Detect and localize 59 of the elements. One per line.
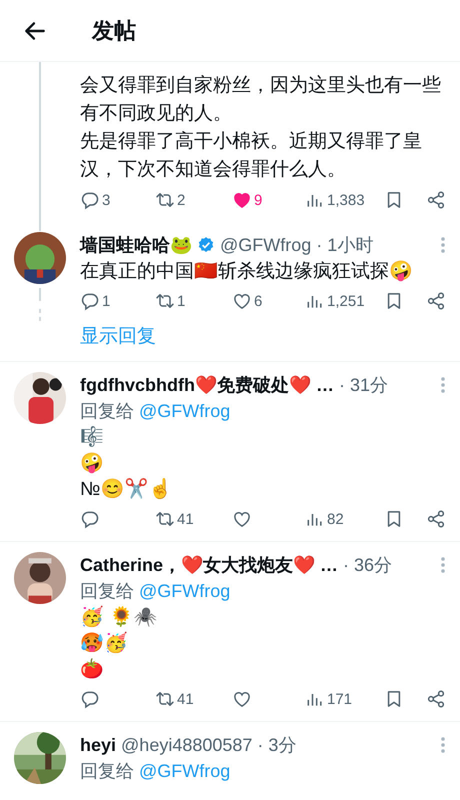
views-button[interactable]: 82	[305, 509, 344, 529]
repost-button[interactable]: 2	[155, 190, 186, 210]
reply-to-text: 回复给 @GFWfrog	[80, 760, 232, 783]
user-handle: @GFWfrog	[220, 234, 312, 256]
like-button[interactable]	[232, 689, 252, 709]
page-title: 发帖	[92, 16, 136, 44]
views-button[interactable]: 1,383	[305, 190, 365, 210]
post-text: 🥵🥳	[80, 631, 129, 656]
views-button[interactable]: 171	[305, 689, 352, 709]
reply-to-text: 回复给 @GFWfrog	[80, 400, 232, 423]
heart-icon	[232, 190, 252, 210]
heart-icon	[232, 689, 252, 709]
post-text: 🎼	[80, 425, 105, 450]
user-handle: @heyi48800587	[121, 734, 252, 756]
user-name[interactable]: Catherine，❤女大找炮友❤ …	[80, 553, 338, 577]
post-text: 🤪	[80, 452, 105, 476]
share-button[interactable]	[426, 190, 446, 210]
repost-button[interactable]: 41	[155, 689, 194, 709]
heart-icon	[232, 509, 252, 529]
reply-button[interactable]	[80, 509, 100, 529]
repost-icon	[155, 689, 175, 709]
post-time: · 1小时	[316, 234, 374, 257]
share-icon	[426, 509, 446, 529]
repost-button[interactable]: 1	[155, 291, 186, 311]
speech-bubble-icon	[80, 291, 100, 311]
reply-button[interactable]: 1	[80, 291, 110, 311]
repost-button[interactable]: 41	[155, 509, 194, 529]
post-text: 会又得罪到自家粉丝，因为这里头也有一些有不同政见的人。	[80, 74, 442, 126]
user-name[interactable]: heyi	[80, 734, 116, 756]
repost-icon	[155, 190, 175, 210]
like-button[interactable]: 6	[232, 291, 262, 311]
reply-to-text: 回复给 @GFWfrog	[80, 580, 232, 603]
reply-button[interactable]: 3	[80, 190, 110, 210]
speech-bubble-icon	[80, 509, 100, 529]
repost-icon	[155, 291, 175, 311]
post-text: 🍅	[80, 657, 105, 682]
speech-bubble-icon	[80, 689, 100, 709]
share-button[interactable]	[426, 689, 446, 709]
user-name[interactable]: 墙国蛙哈哈🐸	[80, 233, 192, 257]
post-text: 先是得罪了高干小棉袄。近期又得罪了皇汉，下次不知道会得罪什么人。	[80, 130, 423, 182]
post-text: 在真正的中国🇨🇳斩杀线边缘疯狂试探🤪	[80, 260, 414, 284]
share-icon	[426, 291, 446, 311]
views-button[interactable]: 1,251	[305, 291, 365, 311]
heart-icon	[232, 291, 252, 311]
user-name[interactable]: fgdfhvcbhdfh❤免费破处❤ …	[80, 373, 334, 397]
share-button[interactable]	[426, 509, 446, 529]
post-text: 🥳 🌻🕷	[80, 605, 158, 630]
share-icon	[426, 689, 446, 709]
share-button[interactable]	[426, 291, 446, 311]
like-button[interactable]	[232, 509, 252, 529]
repost-icon	[155, 509, 175, 529]
speech-bubble-icon	[80, 190, 100, 210]
post-text: №😊✂☝	[80, 477, 174, 502]
share-icon	[426, 190, 446, 210]
post-time: · 3分	[257, 734, 296, 757]
reply-button[interactable]	[80, 689, 100, 709]
post-time: · 36分	[343, 554, 392, 577]
post-time: · 31分	[338, 374, 388, 397]
like-button[interactable]: 9	[232, 190, 262, 210]
